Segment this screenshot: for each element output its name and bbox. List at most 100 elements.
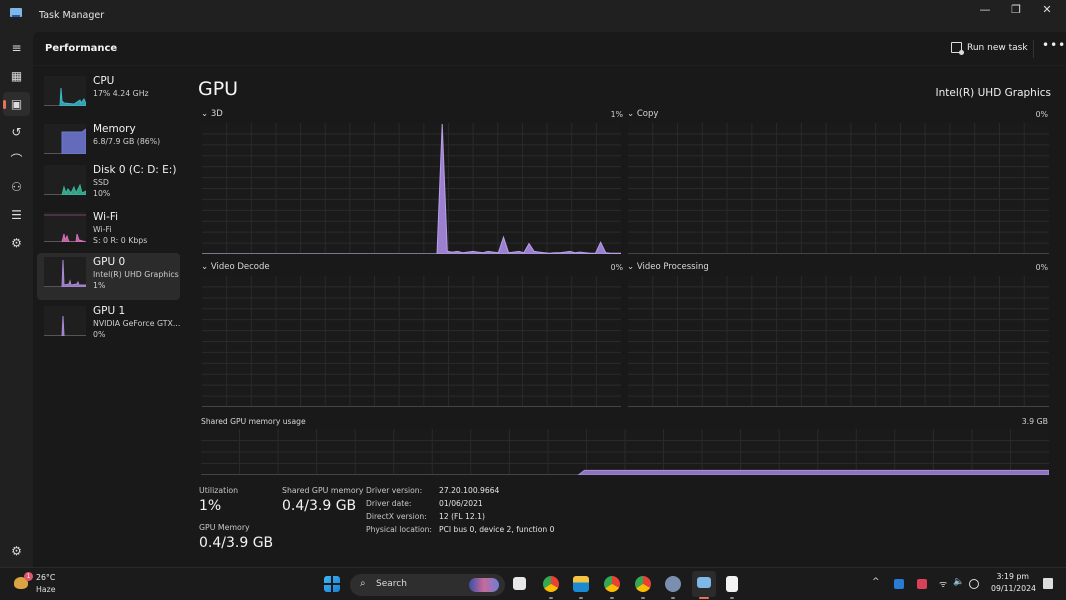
- taskbar-search-box[interactable]: ⌕ Search: [350, 574, 505, 596]
- clock-time[interactable]: 3:19 pm: [996, 572, 1029, 581]
- engine-video-processing-label: Video Processing: [636, 262, 709, 272]
- engine-copy-dropdown[interactable]: ⌄ Copy: [627, 109, 658, 119]
- gpu-memory-value: 0.4/3.9 GB: [199, 535, 274, 551]
- resource-name: Disk 0 (C: D: E:): [93, 164, 177, 176]
- nav-processes[interactable]: ▦: [3, 64, 30, 88]
- processes-icon: ▦: [10, 69, 23, 83]
- nav-users[interactable]: ⚇: [3, 175, 30, 199]
- restore-button[interactable]: ❐: [999, 0, 1033, 22]
- resource-detail: 17% 4.24 GHz: [93, 89, 149, 98]
- show-hidden-icons-button[interactable]: ^: [872, 577, 880, 587]
- engine-video-decode-dropdown[interactable]: ⌄ Video Decode: [201, 262, 270, 272]
- driver-version-label: Driver version:: [366, 486, 423, 495]
- graph-copy: [628, 123, 1049, 254]
- resource-item-disk-0-c-d-e[interactable]: Disk 0 (C: D: E:) SSD 10%: [37, 161, 180, 208]
- start-button[interactable]: [324, 576, 340, 592]
- minimize-button[interactable]: —: [968, 0, 1002, 22]
- settings-app-icon[interactable]: [665, 576, 681, 592]
- volume-icon[interactable]: 🔈: [953, 577, 964, 587]
- shared-gpu-memory-value: 0.4/3.9 GB: [282, 498, 357, 514]
- notifications-icon[interactable]: [1043, 578, 1053, 589]
- run-new-task-button[interactable]: Run new task: [951, 42, 1028, 55]
- users-icon: ⚇: [11, 180, 22, 194]
- resource-item-gpu-1[interactable]: GPU 1 NVIDIA GeForce GTX... 0%: [37, 302, 180, 349]
- resource-usage: 1%: [93, 281, 106, 290]
- nav-performance[interactable]: ▣: [3, 92, 30, 116]
- weather-badge: 1: [24, 572, 33, 581]
- title-bar[interactable]: Task Manager — ❐ ✕: [0, 0, 1066, 32]
- chrome-icon[interactable]: [543, 576, 559, 592]
- driver-date-label: Driver date:: [366, 499, 412, 508]
- resource-thumbnail-graph: [44, 257, 87, 288]
- resource-name: Wi-Fi: [93, 211, 119, 223]
- engine-video-processing-value: 0%: [1035, 263, 1048, 272]
- page-header: Performance Run new task •••: [33, 32, 1066, 66]
- physical-location-value: PCI bus 0, device 2, function 0: [439, 525, 555, 534]
- resource-thumbnail-graph: [44, 212, 87, 243]
- close-button[interactable]: ✕: [1030, 0, 1064, 22]
- battery-icon[interactable]: [969, 579, 979, 589]
- gpu-memory-label: GPU Memory: [199, 523, 250, 532]
- shared-memory-graph-max: 3.9 GB: [1021, 417, 1048, 426]
- search-placeholder: Search: [376, 579, 407, 589]
- resource-item-gpu-0[interactable]: GPU 0 Intel(R) UHD Graphics 1%: [37, 253, 180, 300]
- defender-tray-icon[interactable]: [894, 579, 904, 589]
- resource-detail: Wi-Fi: [93, 225, 112, 234]
- header-divider: [1033, 40, 1034, 58]
- directx-version-label: DirectX version:: [366, 512, 427, 521]
- task-manager-taskbar-icon: [697, 577, 711, 588]
- resource-usage: 0%: [93, 330, 106, 339]
- nav-startup-apps[interactable]: ⌒: [3, 147, 30, 171]
- history-icon: ↺: [11, 125, 22, 139]
- resource-name: GPU 0: [93, 256, 126, 268]
- task-manager-window: Task Manager — ❐ ✕ ≡ ▦ ▣ ↺ ⌒ ⚇ ☰ ⚙ ⚙ Per…: [0, 0, 1066, 567]
- snipping-tool-icon[interactable]: [726, 576, 738, 592]
- shared-memory-graph-label: Shared GPU memory usage: [201, 417, 306, 426]
- driver-date-value: 01/06/2021: [439, 499, 483, 508]
- task-manager-app-icon: [10, 8, 22, 17]
- search-icon: ⌕: [360, 578, 366, 589]
- resource-name: Memory: [93, 123, 136, 135]
- services-icon: ⚙: [11, 236, 22, 250]
- page-title: Performance: [45, 43, 118, 54]
- running-indicator: [671, 597, 675, 599]
- resource-detail: 6.8/7.9 GB (86%): [93, 137, 161, 146]
- graph-shared-memory: [201, 429, 1049, 475]
- nav-details[interactable]: ☰: [3, 203, 30, 227]
- engine-3d-dropdown[interactable]: ⌄ 3D: [201, 109, 223, 119]
- file-explorer-icon[interactable]: [573, 576, 589, 592]
- resource-thumbnail-graph: [44, 124, 87, 155]
- taskbar: 1 26°C Haze ⌕ Search ^ ᯤ 🔈 3:19 pm 09/11…: [0, 567, 1066, 600]
- gpu-heading: GPU: [198, 78, 239, 100]
- engine-video-decode-value: 0%: [610, 263, 623, 272]
- utilization-value: 1%: [199, 498, 222, 514]
- task-view-icon[interactable]: [513, 577, 526, 590]
- weather-temperature: 26°C: [36, 573, 56, 582]
- resource-item-memory[interactable]: Memory 6.8/7.9 GB (86%): [37, 120, 180, 167]
- chrome-profile-2-icon[interactable]: [604, 576, 620, 592]
- resource-name: GPU 1: [93, 305, 126, 317]
- wifi-icon[interactable]: ᯤ: [939, 577, 947, 590]
- hamburger-menu-button[interactable]: ≡: [3, 36, 30, 60]
- resource-detail: NVIDIA GeForce GTX...: [93, 319, 181, 328]
- resource-thumbnail-graph: [44, 76, 87, 107]
- running-indicator: [730, 597, 734, 599]
- resource-item-wi-fi[interactable]: Wi-Fi Wi-Fi S: 0 R: 0 Kbps: [37, 208, 180, 255]
- graph-video-processing: [628, 276, 1049, 407]
- run-task-icon: [951, 42, 964, 55]
- more-options-button[interactable]: •••: [1042, 38, 1066, 52]
- resource-item-cpu[interactable]: CPU 17% 4.24 GHz: [37, 72, 180, 119]
- clock-date[interactable]: 09/11/2024: [991, 584, 1036, 593]
- performance-page: Performance Run new task ••• CPU 17% 4.24…: [33, 32, 1066, 567]
- engine-video-processing-dropdown[interactable]: ⌄ Video Processing: [627, 262, 709, 272]
- gpu-model-name: Intel(R) UHD Graphics: [935, 87, 1051, 99]
- nav-app-history[interactable]: ↺: [3, 120, 30, 144]
- nav-services[interactable]: ⚙: [3, 231, 30, 255]
- utilization-label: Utilization: [199, 486, 239, 495]
- window-title: Task Manager: [39, 10, 105, 21]
- hamburger-icon: ≡: [11, 41, 22, 55]
- tray-app-icon[interactable]: [917, 579, 927, 589]
- nav-settings[interactable]: ⚙: [3, 539, 30, 563]
- graph-video-decode: [202, 276, 621, 407]
- chrome-profile-3-icon[interactable]: [635, 576, 651, 592]
